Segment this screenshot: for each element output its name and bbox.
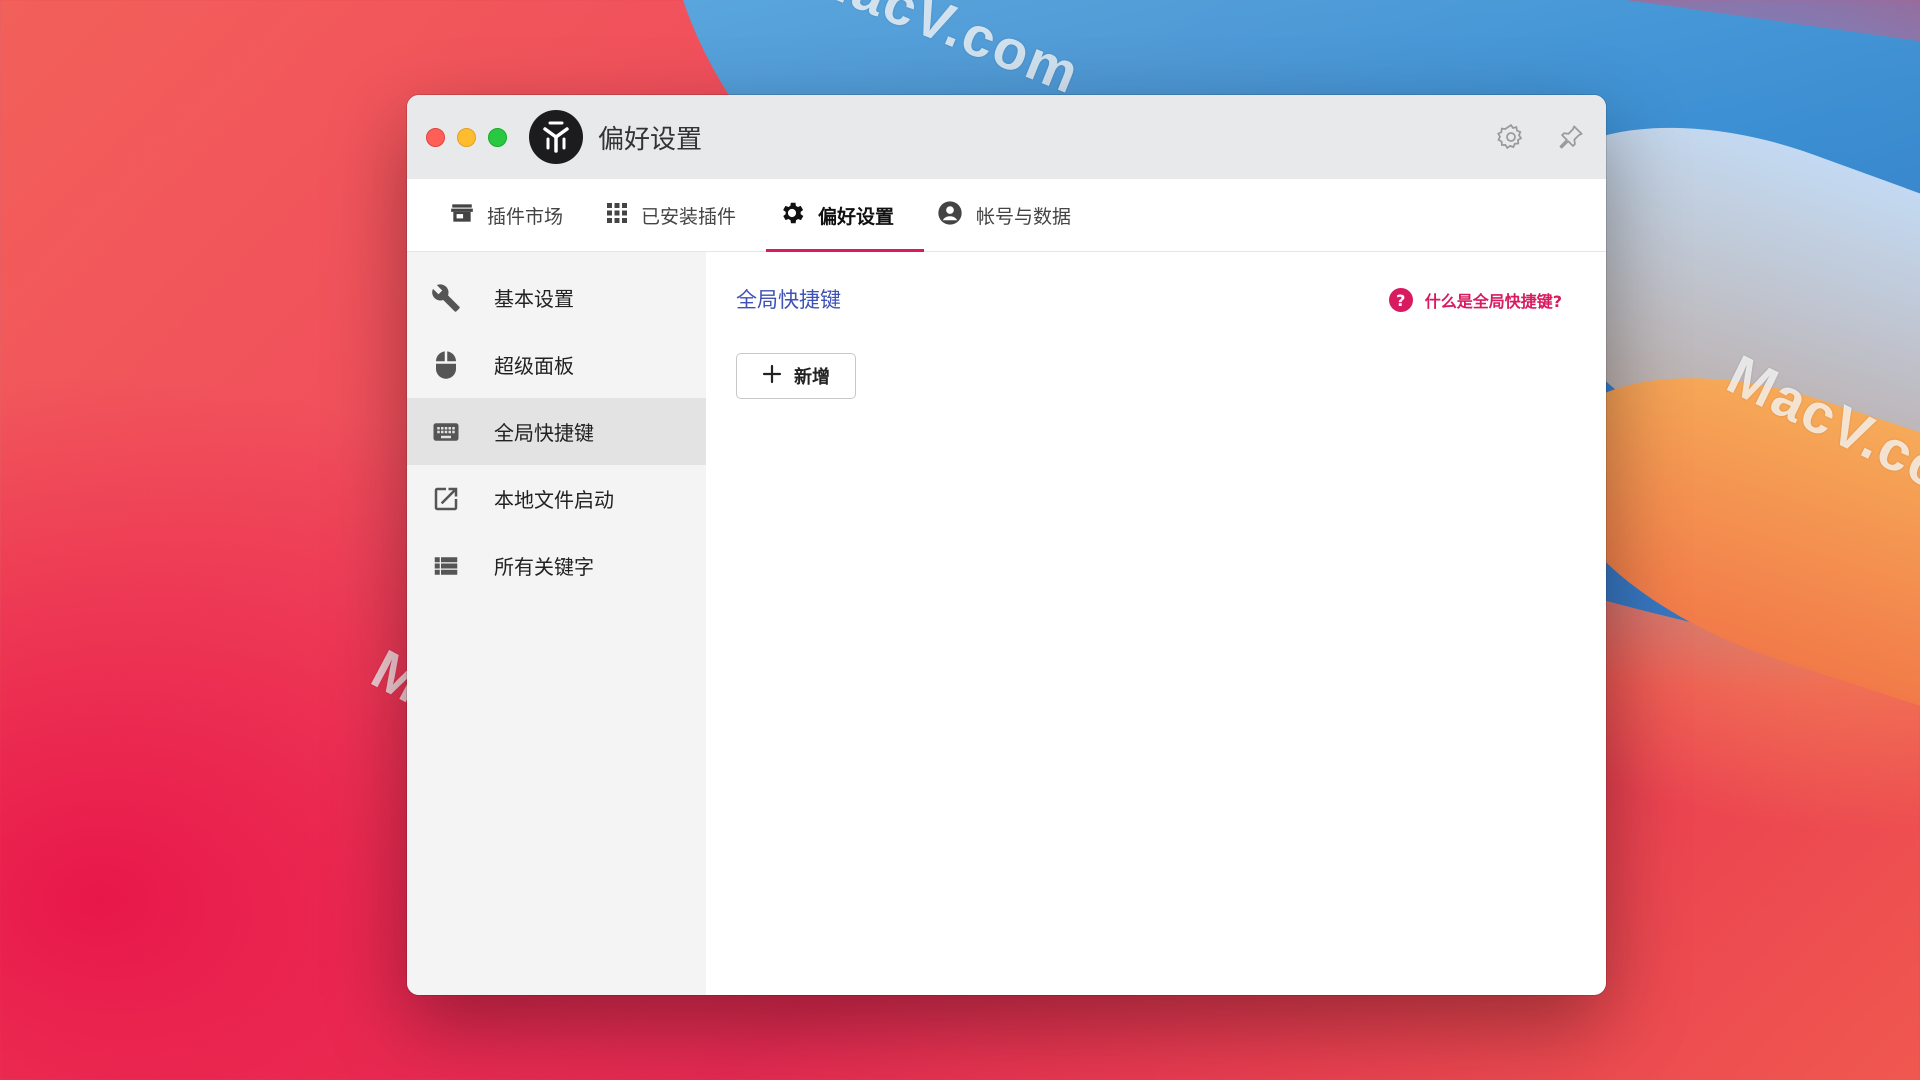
sidebar-item-local-file-launch[interactable]: 本地文件启动 [407, 465, 706, 532]
pin-icon[interactable] [1556, 122, 1586, 152]
top-tabs: 插件市场 已安装插件 偏好设置 帐号与数据 [407, 179, 1606, 252]
sidebar-item-all-keywords[interactable]: 所有关键字 [407, 532, 706, 599]
tab-account-data[interactable]: 帐号与数据 [924, 179, 1101, 251]
help-link[interactable]: ? 什么是全局快捷键? [1388, 288, 1562, 312]
app-logo-icon [529, 110, 583, 164]
close-button[interactable] [426, 127, 445, 147]
tab-label: 插件市场 [487, 205, 564, 228]
sidebar-item-global-shortcuts[interactable]: 全局快捷键 [407, 398, 706, 465]
section-title: 全局快捷键 [736, 288, 841, 312]
sidebar-item-super-panel[interactable]: 超级面板 [407, 331, 706, 398]
gear-icon[interactable] [1496, 122, 1526, 152]
tab-plugin-market[interactable]: 插件市场 [437, 179, 593, 251]
wrench-icon [431, 283, 461, 313]
tab-installed-plugins[interactable]: 已安装插件 [593, 179, 766, 251]
account-icon [936, 199, 964, 232]
add-button-label: 新增 [794, 367, 830, 388]
zoom-button[interactable] [488, 127, 507, 147]
window-controls [426, 127, 507, 147]
window-title: 偏好设置 [598, 124, 703, 155]
store-icon [449, 200, 475, 231]
list-icon [431, 551, 461, 581]
mouse-icon [431, 350, 461, 380]
open-external-icon [431, 484, 461, 514]
keyboard-icon [431, 417, 461, 447]
help-link-label: 什么是全局快捷键? [1424, 292, 1562, 311]
main-content: 全局快捷键 ? 什么是全局快捷键? 新增 [706, 252, 1606, 995]
grid-icon [605, 201, 629, 230]
plus-icon [762, 364, 782, 389]
tab-label: 偏好设置 [818, 205, 895, 228]
sidebar-item-label: 全局快捷键 [494, 421, 594, 445]
gear-icon [778, 199, 806, 232]
sidebar-item-label: 本地文件启动 [494, 488, 614, 512]
sidebar-item-label: 基本设置 [494, 287, 574, 311]
minimize-button[interactable] [457, 127, 476, 147]
help-icon: ? [1388, 288, 1413, 312]
title-bar: 偏好设置 [407, 95, 1606, 179]
preferences-window: 偏好设置 插件市场 已安装插件 偏好设置 帐号与数据 基本设置 超级面板 全局快… [407, 95, 1606, 995]
tab-label: 帐号与数据 [976, 205, 1072, 228]
sidebar-item-basic-settings[interactable]: 基本设置 [407, 264, 706, 331]
tab-label: 已安装插件 [641, 205, 737, 228]
tab-preferences[interactable]: 偏好设置 [766, 179, 925, 252]
sidebar-item-label: 超级面板 [494, 354, 574, 378]
settings-sidebar: 基本设置 超级面板 全局快捷键 本地文件启动 所有关键字 [407, 252, 706, 995]
add-shortcut-button[interactable]: 新增 [736, 353, 856, 399]
sidebar-item-label: 所有关键字 [494, 555, 594, 579]
